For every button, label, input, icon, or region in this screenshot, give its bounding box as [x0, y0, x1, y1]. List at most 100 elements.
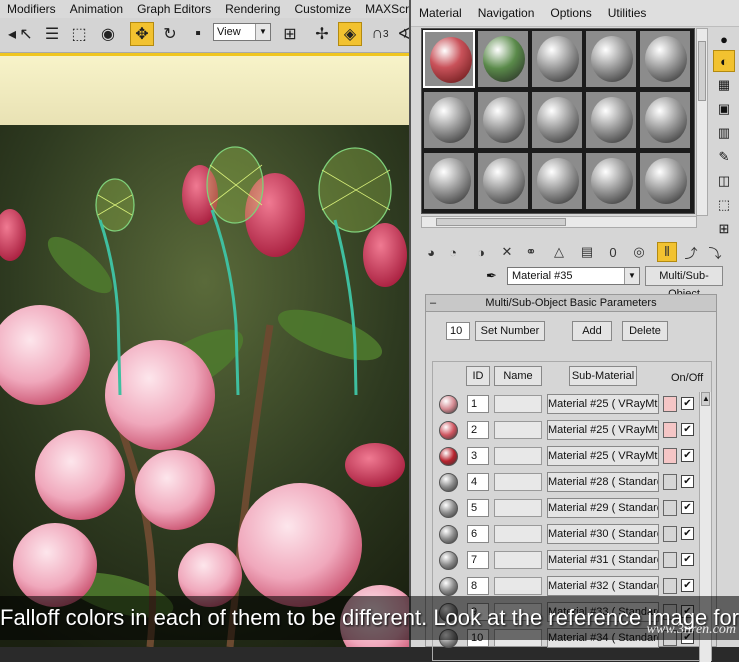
sub-material-name-field[interactable]: [494, 499, 542, 517]
sub-material-color-swatch[interactable]: [663, 526, 677, 542]
sub-material-color-swatch[interactable]: [663, 474, 677, 490]
sub-material-name-field[interactable]: [494, 473, 542, 491]
delete-button[interactable]: Delete: [622, 321, 668, 341]
move-icon[interactable]: ✥: [130, 22, 154, 46]
sub-material-id-field[interactable]: 1: [467, 395, 489, 413]
sub-material-id-field[interactable]: 6: [467, 525, 489, 543]
sub-material-id-field[interactable]: 3: [467, 447, 489, 465]
sub-material-preview[interactable]: [439, 551, 458, 570]
material-sample-slot[interactable]: [531, 152, 583, 210]
sub-material-name-field[interactable]: [494, 525, 542, 543]
sub-material-id-field[interactable]: 7: [467, 551, 489, 569]
material-menu-item[interactable]: Material: [411, 6, 470, 20]
assign-material-icon[interactable]: ◑: [471, 242, 491, 262]
main-menu-item[interactable]: Animation: [63, 2, 130, 16]
region-rect-icon[interactable]: ⬚: [67, 22, 91, 46]
sub-material-on-checkbox[interactable]: ✔: [681, 449, 694, 462]
material-sample-slot[interactable]: [531, 30, 583, 88]
scroll-up-arrow-icon[interactable]: ▲: [701, 392, 710, 406]
select-by-material-icon[interactable]: ⬚: [713, 194, 735, 216]
sub-material-on-checkbox[interactable]: ✔: [681, 579, 694, 592]
main-menu-item[interactable]: Rendering: [218, 2, 287, 16]
main-menu-item[interactable]: Customize: [287, 2, 358, 16]
sub-material-on-checkbox[interactable]: ✔: [681, 553, 694, 566]
material-sample-slot[interactable]: [639, 91, 691, 149]
material-sample-slot[interactable]: [639, 30, 691, 88]
put-material-to-scene-icon[interactable]: ◔: [443, 242, 463, 262]
material-sample-slot[interactable]: [477, 30, 529, 88]
sub-material-preview[interactable]: [439, 395, 458, 414]
sub-material-color-swatch[interactable]: [663, 500, 677, 516]
show-end-result-icon[interactable]: ⫴: [657, 242, 677, 262]
slots-horizontal-scrollbar[interactable]: [421, 216, 697, 228]
snap-icon[interactable]: ∩ 3: [368, 22, 392, 46]
sub-material-color-swatch[interactable]: [663, 448, 677, 464]
sub-material-name-field[interactable]: [494, 421, 542, 439]
sub-material-preview[interactable]: [439, 577, 458, 596]
video-color-check-icon[interactable]: ▥: [713, 122, 735, 144]
material-type-button[interactable]: Multi/Sub-Object: [645, 266, 723, 300]
main-menu-item[interactable]: MAXScript: [358, 2, 409, 16]
material-menu-item[interactable]: Utilities: [600, 6, 655, 20]
sub-material-id-field[interactable]: 8: [467, 577, 489, 595]
sub-material-button[interactable]: Material #25 ( VRayMtl ): [547, 394, 659, 414]
sub-material-color-swatch[interactable]: [663, 578, 677, 594]
show-map-in-viewport-icon[interactable]: ◎: [629, 242, 649, 262]
sub-material-button[interactable]: Material #25 ( VRayMtl ): [547, 420, 659, 440]
add-button[interactable]: Add: [572, 321, 612, 341]
sub-material-button[interactable]: Material #29 ( Standard ): [547, 498, 659, 518]
make-material-copy-icon[interactable]: ⚭: [521, 242, 541, 262]
select-by-name-icon[interactable]: ☰: [40, 22, 64, 46]
reset-map-icon[interactable]: ✕: [497, 242, 517, 262]
scrollbar-thumb[interactable]: [698, 41, 706, 101]
material-name-field[interactable]: Material #35 ▼: [507, 267, 640, 285]
sub-material-preview[interactable]: [439, 473, 458, 492]
sub-material-preview[interactable]: [439, 447, 458, 466]
sub-material-id-field[interactable]: 5: [467, 499, 489, 517]
sub-material-preview[interactable]: [439, 525, 458, 544]
perspective-viewport[interactable]: [0, 53, 409, 647]
sub-material-count-field[interactable]: 10: [446, 322, 470, 340]
sub-material-button[interactable]: Material #30 ( Standard ): [547, 524, 659, 544]
sub-material-id-field[interactable]: 4: [467, 473, 489, 491]
layers-icon[interactable]: ◈: [338, 22, 362, 46]
sub-material-name-field[interactable]: [494, 577, 542, 595]
sub-material-name-field[interactable]: [494, 551, 542, 569]
axis-constraint-icon[interactable]: ✢: [310, 22, 334, 46]
go-to-parent-icon[interactable]: ⤴: [681, 242, 701, 262]
main-menu-item[interactable]: Graph Editors: [130, 2, 218, 16]
material-sample-slot[interactable]: [423, 30, 475, 88]
select-icon[interactable]: ↖: [14, 22, 38, 46]
sub-material-color-swatch[interactable]: [663, 396, 677, 412]
sub-material-button[interactable]: Material #31 ( Standard ): [547, 550, 659, 570]
sub-material-name-field[interactable]: [494, 395, 542, 413]
sub-material-on-checkbox[interactable]: ✔: [681, 501, 694, 514]
background-checker-icon[interactable]: ▦: [713, 74, 735, 96]
pick-material-eyedropper-icon[interactable]: ✒: [486, 268, 497, 284]
sub-material-color-swatch[interactable]: [663, 422, 677, 438]
material-sample-slot[interactable]: [477, 91, 529, 149]
make-preview-icon[interactable]: ✎: [713, 146, 735, 168]
material-id-channel-icon[interactable]: 0: [603, 242, 623, 262]
material-sample-slot[interactable]: [585, 152, 637, 210]
set-number-button[interactable]: Set Number: [475, 321, 545, 341]
backlight-icon[interactable]: ◐: [713, 50, 735, 72]
material-sample-slot[interactable]: [585, 91, 637, 149]
scrollbar-thumb[interactable]: [436, 218, 566, 226]
sub-material-button[interactable]: Material #28 ( Standard ): [547, 472, 659, 492]
sub-material-id-field[interactable]: 2: [467, 421, 489, 439]
get-material-icon[interactable]: ◕: [421, 242, 441, 262]
sub-material-on-checkbox[interactable]: ✔: [681, 397, 694, 410]
material-sample-slot[interactable]: [585, 30, 637, 88]
sub-material-preview[interactable]: [439, 499, 458, 518]
material-sample-slot[interactable]: [639, 152, 691, 210]
window-crossing-icon[interactable]: ◉: [96, 22, 120, 46]
material-sample-slot[interactable]: [477, 152, 529, 210]
sample-type-sphere-icon[interactable]: ●: [713, 28, 735, 50]
sample-uv-tiling-icon[interactable]: ▣: [713, 98, 735, 120]
material-sample-slot[interactable]: [423, 152, 475, 210]
sub-material-on-checkbox[interactable]: ✔: [681, 527, 694, 540]
sub-material-button[interactable]: Material #32 ( Standard ): [547, 576, 659, 596]
put-to-library-icon[interactable]: ▤: [577, 242, 597, 262]
material-sample-slot[interactable]: [531, 91, 583, 149]
